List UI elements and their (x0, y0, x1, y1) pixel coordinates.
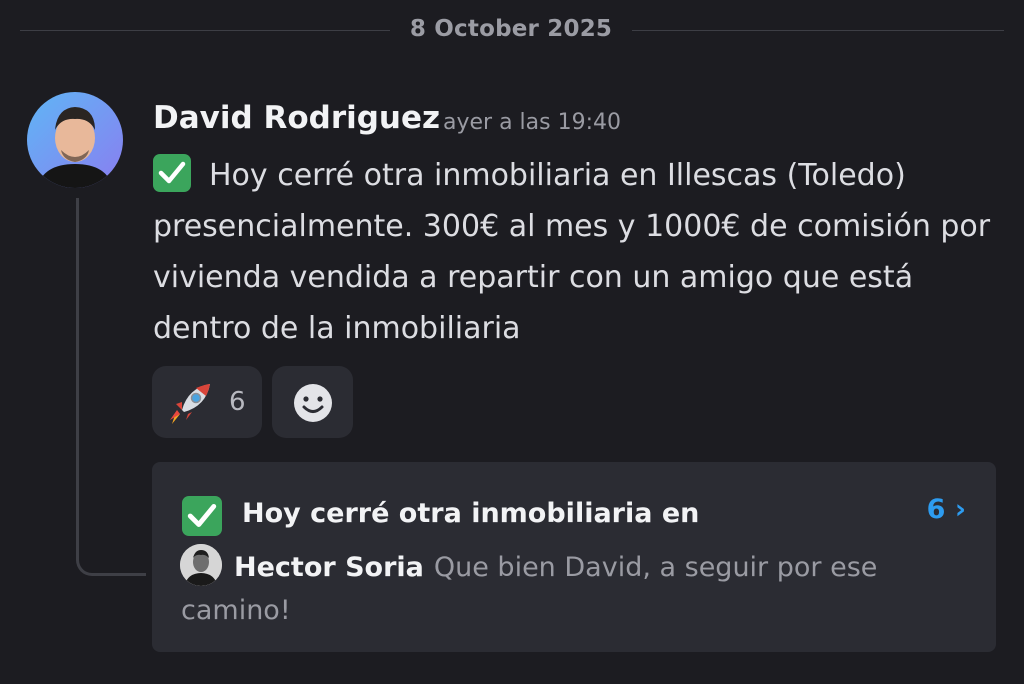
message-author[interactable]: David Rodriguez (153, 100, 440, 136)
reaction-count: 6 (229, 387, 246, 417)
date-divider: 8 October 2025 (0, 14, 1024, 50)
thread-title: Hoy cerré otra inmobiliaria en (242, 498, 700, 529)
add-reaction-icon (292, 382, 334, 428)
thread-last-reply: Hector Soria Que bien David, a seguir por… (181, 546, 921, 632)
rocket-icon (166, 380, 214, 432)
reply-author: Hector Soria (234, 552, 424, 583)
avatar[interactable] (27, 92, 123, 188)
add-reaction-button[interactable] (272, 366, 353, 438)
thread-connector (76, 198, 146, 576)
check-mark-icon (182, 496, 222, 536)
thread-preview[interactable]: Hoy cerré otra inmobiliaria en 6 › Hecto… (152, 462, 996, 652)
message-body: Hoy cerré otra inmobiliaria en Illescas … (153, 150, 1003, 354)
divider-date: 8 October 2025 (409, 16, 613, 42)
thread-message-count[interactable]: 6 › (927, 494, 966, 525)
divider-line-left (20, 30, 390, 31)
chat-view: 8 October 2025 David Rodriguez ayer a la… (0, 0, 1024, 684)
message-timestamp: ayer a las 19:40 (443, 110, 621, 135)
check-mark-icon (153, 154, 191, 192)
reaction-rocket[interactable]: 6 (152, 366, 262, 438)
divider-line-right (632, 30, 1004, 31)
message-text: Hoy cerré otra inmobiliaria en Illescas … (153, 158, 991, 346)
